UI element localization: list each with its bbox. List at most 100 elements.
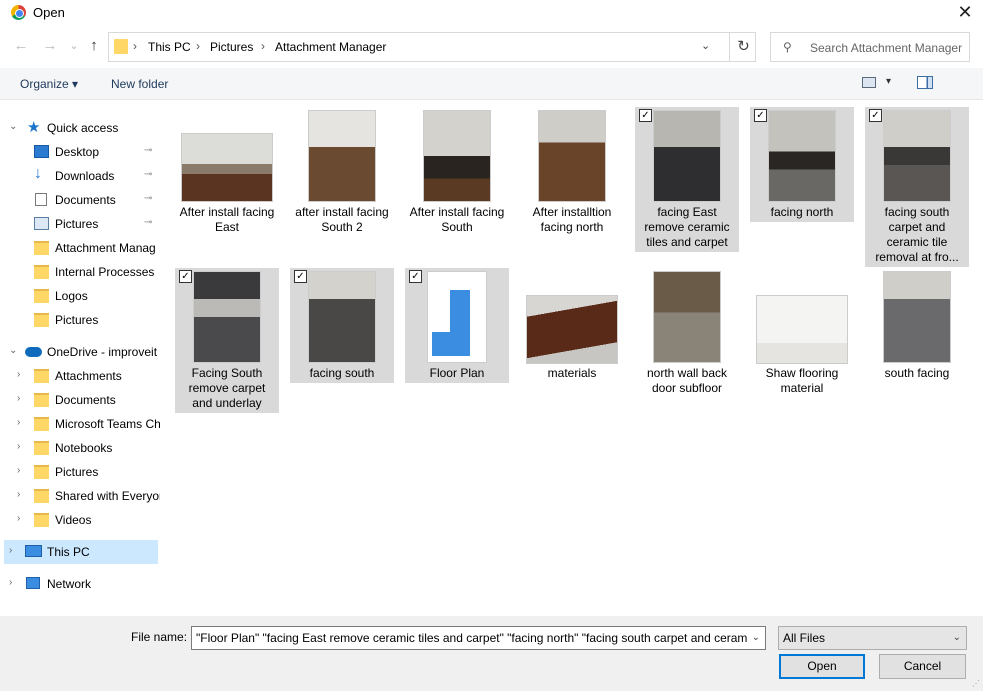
breadcrumb-pictures[interactable]: Pictures [210,40,253,54]
sidebar-item-label: Logos [55,289,88,303]
sidebar-item-internal-processes[interactable]: Internal Processes [0,260,160,284]
sidebar-item-label: Attachment Manag [55,241,156,255]
sidebar-item-pictures-folder[interactable]: Pictures [0,308,160,332]
back-arrow-icon[interactable]: ← [11,35,31,57]
chevron-right-icon[interactable]: › [17,393,20,404]
sidebar-item-attachments[interactable]: › Attachments [0,364,160,388]
sidebar-item-this-pc[interactable]: › This PC [4,540,158,564]
image-thumbnail [883,271,951,363]
sidebar-item-label: Network [47,577,92,591]
recent-locations-icon[interactable]: ⌄ [64,35,84,57]
sidebar-item-desktop[interactable]: Desktop ⊸ [0,140,160,164]
folder-icon [34,265,49,279]
checkbox[interactable]: ✓ [639,109,652,122]
sidebar-item-label: Desktop [55,145,100,159]
sidebar-item-notebooks[interactable]: › Notebooks [0,436,160,460]
forward-arrow-icon[interactable]: → [40,35,60,57]
file-item[interactable]: ✓ facing north [750,107,854,222]
file-name: facing south carpet and ceramic tile rem… [875,205,959,264]
resize-grip-icon[interactable]: ⋰ [972,679,980,688]
checkbox[interactable]: ✓ [179,270,192,283]
sidebar-item-videos[interactable]: › Videos [0,508,160,532]
desktop-icon [34,145,49,158]
file-item[interactable]: north wall back door subfloor [635,268,739,398]
file-item[interactable]: ✓ Facing South remove carpet and underla… [175,268,279,413]
checkbox[interactable]: ✓ [409,270,422,283]
file-name-input[interactable]: "Floor Plan" "facing East remove ceramic… [191,626,766,650]
chevron-right-icon[interactable]: › [17,465,20,476]
view-dropdown-icon[interactable]: ▾ [886,76,891,87]
up-arrow-icon[interactable]: ↑ [84,35,104,57]
chevron-right-icon[interactable]: › [17,369,20,380]
close-icon[interactable]: ✕ [955,2,975,22]
chevron-down-icon[interactable]: ⌄ [9,121,17,132]
chevron-right-icon[interactable]: › [9,577,12,588]
chevron-down-icon[interactable]: ⌄ [953,627,961,649]
sidebar-item-pictures[interactable]: Pictures ⊸ [0,212,160,236]
chrome-icon [11,5,26,20]
image-thumbnail [526,295,618,364]
folder-icon [34,465,49,479]
sidebar-item-quick-access[interactable]: ⌄ ★ Quick access [0,116,160,140]
chevron-right-icon[interactable]: › [17,441,20,452]
image-thumbnail [427,271,487,363]
file-item[interactable]: Shaw flooring material [750,268,854,398]
sidebar-item-label: Pictures [55,313,99,327]
file-item[interactable]: after install facing South 2 [290,107,394,237]
breadcrumb-separator[interactable]: › [196,39,200,53]
chevron-down-icon[interactable]: ⌄ [752,627,760,649]
cancel-button[interactable]: Cancel [879,654,966,679]
chevron-right-icon[interactable]: › [9,545,12,556]
preview-pane-icon[interactable] [917,76,933,89]
file-item[interactable]: south facing [865,268,969,383]
sidebar-item-label: Shared with Everyor [55,489,160,503]
breadcrumb-this-pc[interactable]: This PC [148,40,191,54]
file-item[interactable]: ✓ facing East remove ceramic tiles and c… [635,107,739,252]
window-title: Open [33,5,65,20]
sidebar-item-downloads[interactable]: ↓ Downloads ⊸ [0,164,160,188]
file-item[interactable]: After install facing East [175,107,279,237]
sidebar-item-onedrive[interactable]: ⌄ OneDrive - improveit [0,340,160,364]
file-item[interactable]: materials [520,268,624,383]
search-box[interactable]: ⚲ Search Attachment Manager [770,32,970,62]
network-icon [26,577,40,589]
sidebar-item-network[interactable]: › Network [0,572,160,596]
new-folder-button[interactable]: New folder [111,77,168,91]
chevron-right-icon[interactable]: › [17,417,20,428]
file-item[interactable]: After installtion facing north [520,107,624,237]
sidebar-item-teams-chat[interactable]: › Microsoft Teams Ch [0,412,160,436]
address-bar[interactable]: › This PC › Pictures › Attachment Manage… [108,32,756,62]
chevron-right-icon[interactable]: › [17,513,20,524]
breadcrumb-separator[interactable]: › [133,39,137,53]
sidebar-item-documents[interactable]: Documents ⊸ [0,188,160,212]
sidebar-item-logos[interactable]: Logos [0,284,160,308]
file-item[interactable]: ✓ facing south carpet and ceramic tile r… [865,107,969,267]
file-item[interactable]: ✓ facing south [290,268,394,383]
checkbox[interactable]: ✓ [869,109,882,122]
folder-icon [34,313,49,327]
chevron-down-icon[interactable]: ⌄ [9,345,17,356]
address-dropdown-icon[interactable]: ⌄ [701,39,710,52]
sidebar-item-shared[interactable]: › Shared with Everyor [0,484,160,508]
file-type-value: All Files [783,631,826,645]
checkbox[interactable]: ✓ [754,109,767,122]
file-item[interactable]: ✓ Floor Plan [405,268,509,383]
sidebar-item-attachment-manager[interactable]: Attachment Manag [0,236,160,260]
file-name-value: "Floor Plan" "facing East remove ceramic… [196,631,748,645]
sidebar-item-od-pictures[interactable]: › Pictures [0,460,160,484]
checkbox[interactable]: ✓ [294,270,307,283]
open-button[interactable]: Open [779,654,865,679]
view-mode-icon[interactable] [862,77,876,88]
folder-icon [34,369,49,383]
refresh-icon[interactable]: ↻ [729,33,757,61]
sidebar-item-od-documents[interactable]: › Documents [0,388,160,412]
organize-button[interactable]: Organize ▾ [20,77,78,91]
file-item[interactable]: After install facing South [405,107,509,237]
breadcrumb-separator[interactable]: › [261,39,265,53]
file-name-label: File name: [131,630,188,644]
chevron-right-icon[interactable]: › [17,489,20,500]
breadcrumb-attachment-manager[interactable]: Attachment Manager [275,40,386,54]
file-type-select[interactable]: All Files ⌄ [778,626,967,650]
image-thumbnail [538,110,606,202]
image-thumbnail [768,110,836,202]
